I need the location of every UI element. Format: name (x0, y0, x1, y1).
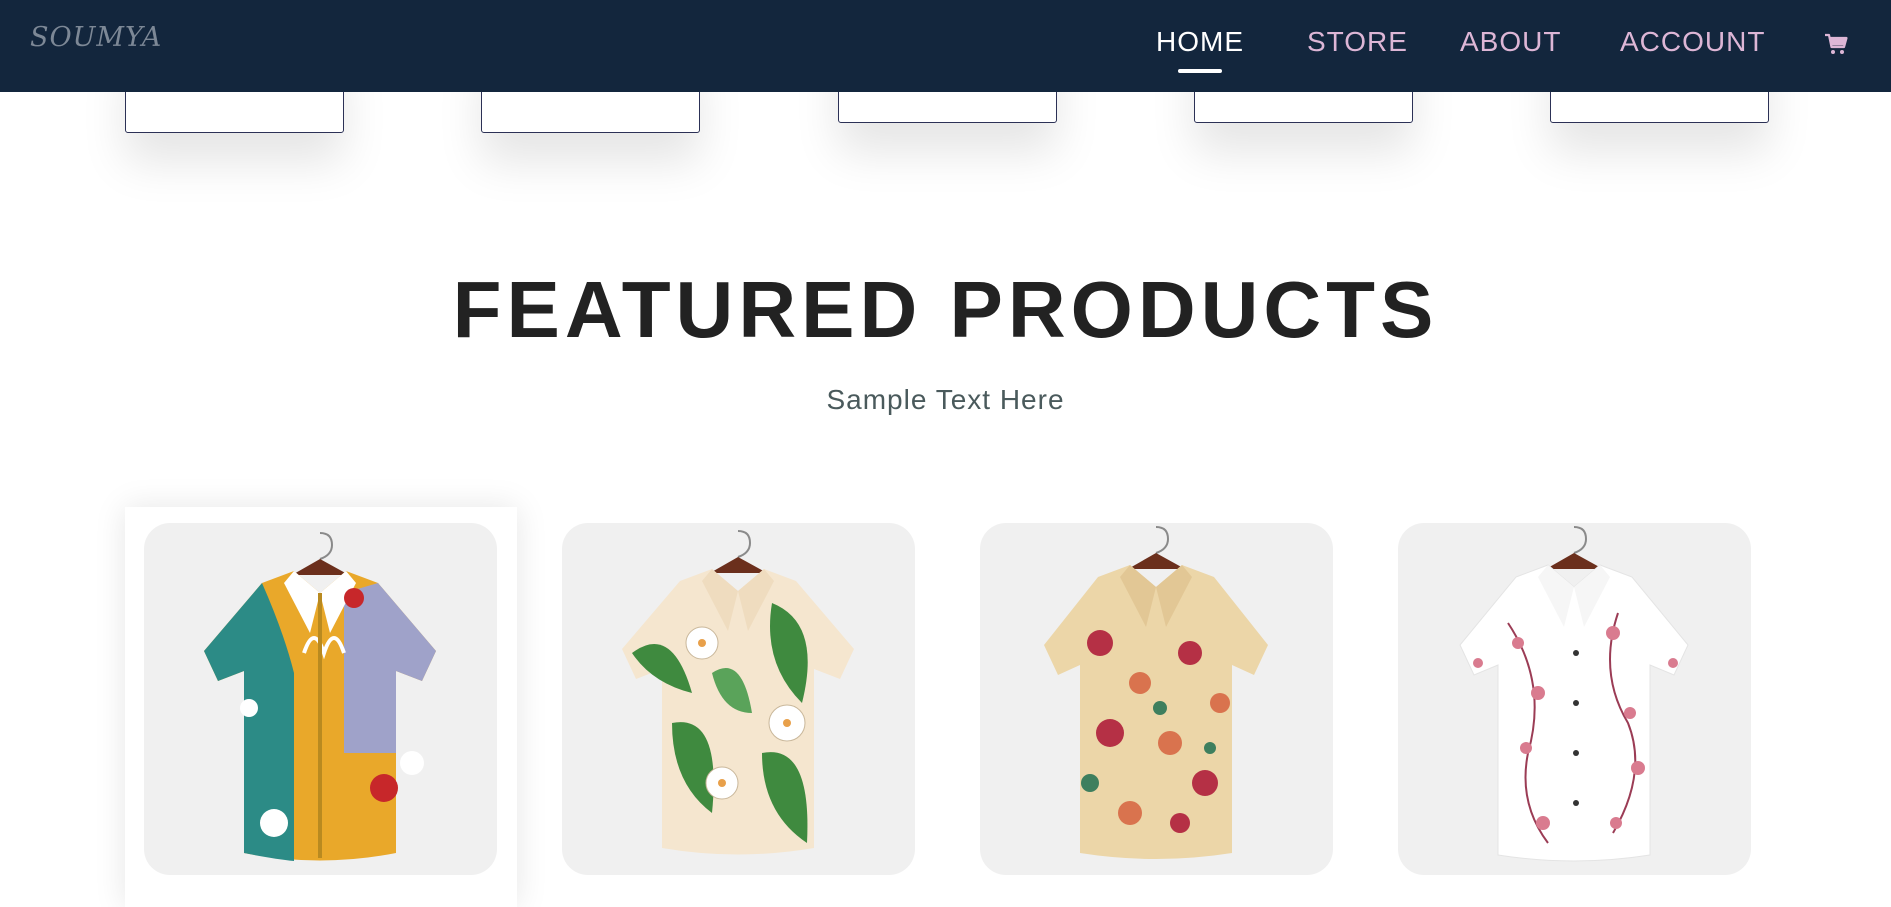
tropical-leaf-shirt-image (622, 530, 854, 855)
nav-home[interactable]: HOME (1156, 26, 1244, 73)
floral-rose-shirt-image (1044, 526, 1268, 859)
product-card-2[interactable] (562, 523, 915, 875)
featured-products-title: FEATURED PRODUCTS (452, 265, 1439, 354)
nav-account[interactable]: ACCOUNT (1620, 26, 1765, 58)
shopping-cart-icon[interactable] (1824, 32, 1848, 56)
pink-blossom-shirt-image (1459, 526, 1689, 862)
brand-logo[interactable]: SOUMYA (30, 22, 162, 53)
nav-about[interactable]: ABOUT (1460, 26, 1561, 58)
featured-products-subtitle: Sample Text Here (826, 384, 1065, 415)
nav-home-label: HOME (1156, 26, 1244, 57)
product-card-3[interactable] (980, 523, 1333, 875)
nav-store[interactable]: STORE (1307, 26, 1408, 58)
abstract-print-shirt-image (204, 532, 436, 861)
product-card-1[interactable] (144, 523, 497, 875)
top-navbar: SOUMYA HOME STORE ABOUT ACCOUNT (0, 0, 1891, 92)
active-nav-indicator (1178, 69, 1222, 73)
product-card-4[interactable] (1398, 523, 1751, 875)
